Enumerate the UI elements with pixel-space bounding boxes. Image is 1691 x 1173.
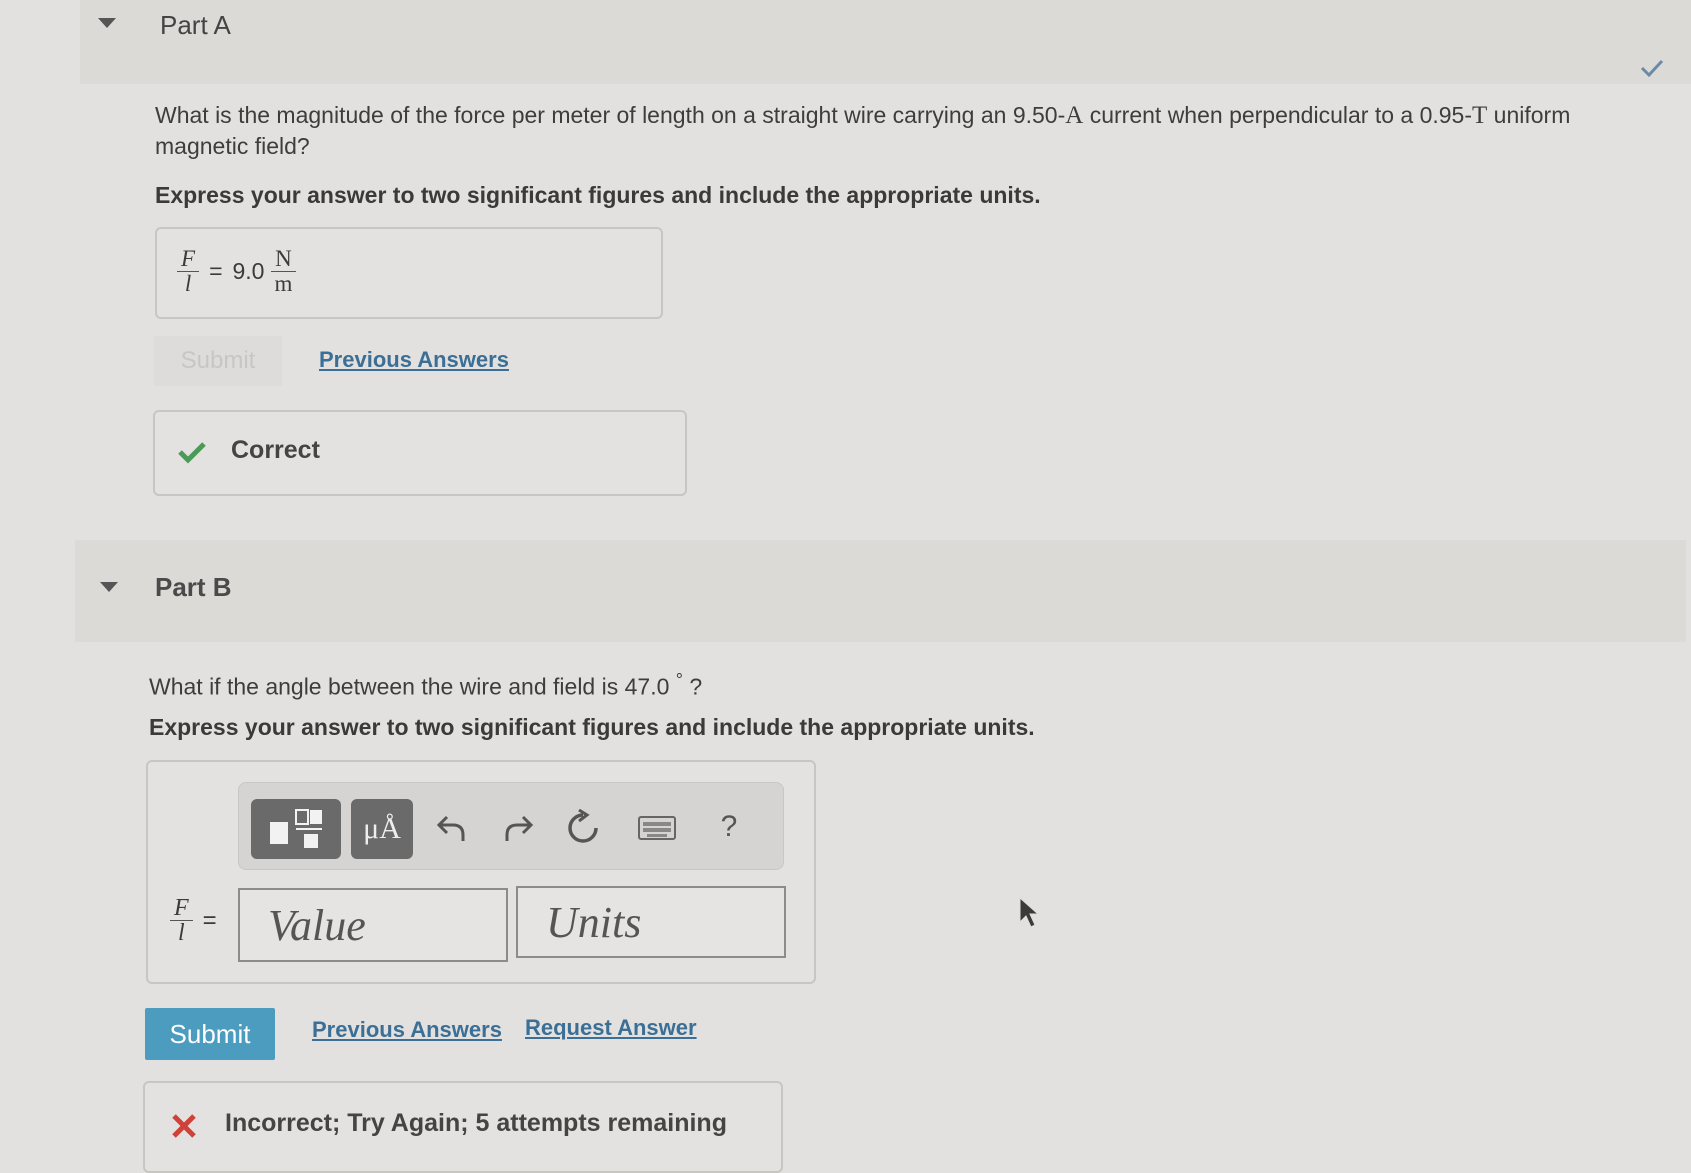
lhs-fraction: F l: [170, 896, 193, 945]
collapse-caret-icon[interactable]: [98, 18, 116, 28]
previous-answers-link[interactable]: Previous Answers: [319, 347, 509, 373]
incorrect-label: Incorrect; Try Again; 5 attempts remaini…: [225, 1109, 727, 1137]
templates-button[interactable]: [251, 799, 341, 859]
undo-icon[interactable]: [435, 813, 469, 845]
submit-button[interactable]: Submit: [145, 1008, 275, 1060]
math-toolbar: μÅ ?: [238, 782, 784, 870]
collapse-caret-icon[interactable]: [100, 582, 118, 592]
answer-value: 9.0: [232, 258, 265, 284]
part-a-question: What is the magnitude of the force per m…: [155, 102, 1571, 159]
correct-label: Correct: [231, 436, 320, 464]
reset-icon[interactable]: [565, 809, 601, 847]
unit-fraction: N m: [270, 247, 296, 296]
previous-answers-link[interactable]: Previous Answers: [312, 1017, 502, 1043]
part-b-answer-box: μÅ ? F l = Value Units: [146, 760, 816, 984]
correct-check-icon: [178, 442, 206, 464]
incorrect-feedback-box: Incorrect; Try Again; 5 attempts remaini…: [143, 1081, 783, 1173]
part-a-instruction: Express your answer to two significant f…: [155, 182, 1041, 208]
request-answer-link[interactable]: Request Answer: [525, 1015, 697, 1041]
incorrect-x-icon: [172, 1114, 196, 1138]
part-a-header[interactable]: [80, 0, 1691, 84]
fraction-template-icon: [270, 809, 322, 848]
part-b-header[interactable]: [75, 540, 1686, 642]
keyboard-icon[interactable]: [637, 815, 677, 841]
value-input[interactable]: Value: [238, 888, 508, 962]
part-b-instruction: Express your answer to two significant f…: [149, 714, 1035, 740]
help-button[interactable]: ?: [709, 807, 749, 847]
submit-button-disabled[interactable]: Submit: [154, 336, 282, 386]
units-button[interactable]: μÅ: [351, 799, 413, 859]
part-b-title: Part B: [155, 572, 232, 602]
part-a-title: Part A: [160, 10, 231, 40]
part-a-answer-box: F l = 9.0 N m: [155, 227, 663, 319]
correct-feedback-box: Correct: [153, 410, 687, 496]
units-input[interactable]: Units: [516, 886, 786, 958]
redo-icon[interactable]: [501, 813, 535, 845]
mouse-cursor-icon: [1019, 896, 1040, 928]
lhs-fraction: F l: [177, 247, 200, 296]
completed-check-icon: [1640, 59, 1664, 78]
part-b-question: What if the angle between the wire and f…: [149, 670, 703, 700]
